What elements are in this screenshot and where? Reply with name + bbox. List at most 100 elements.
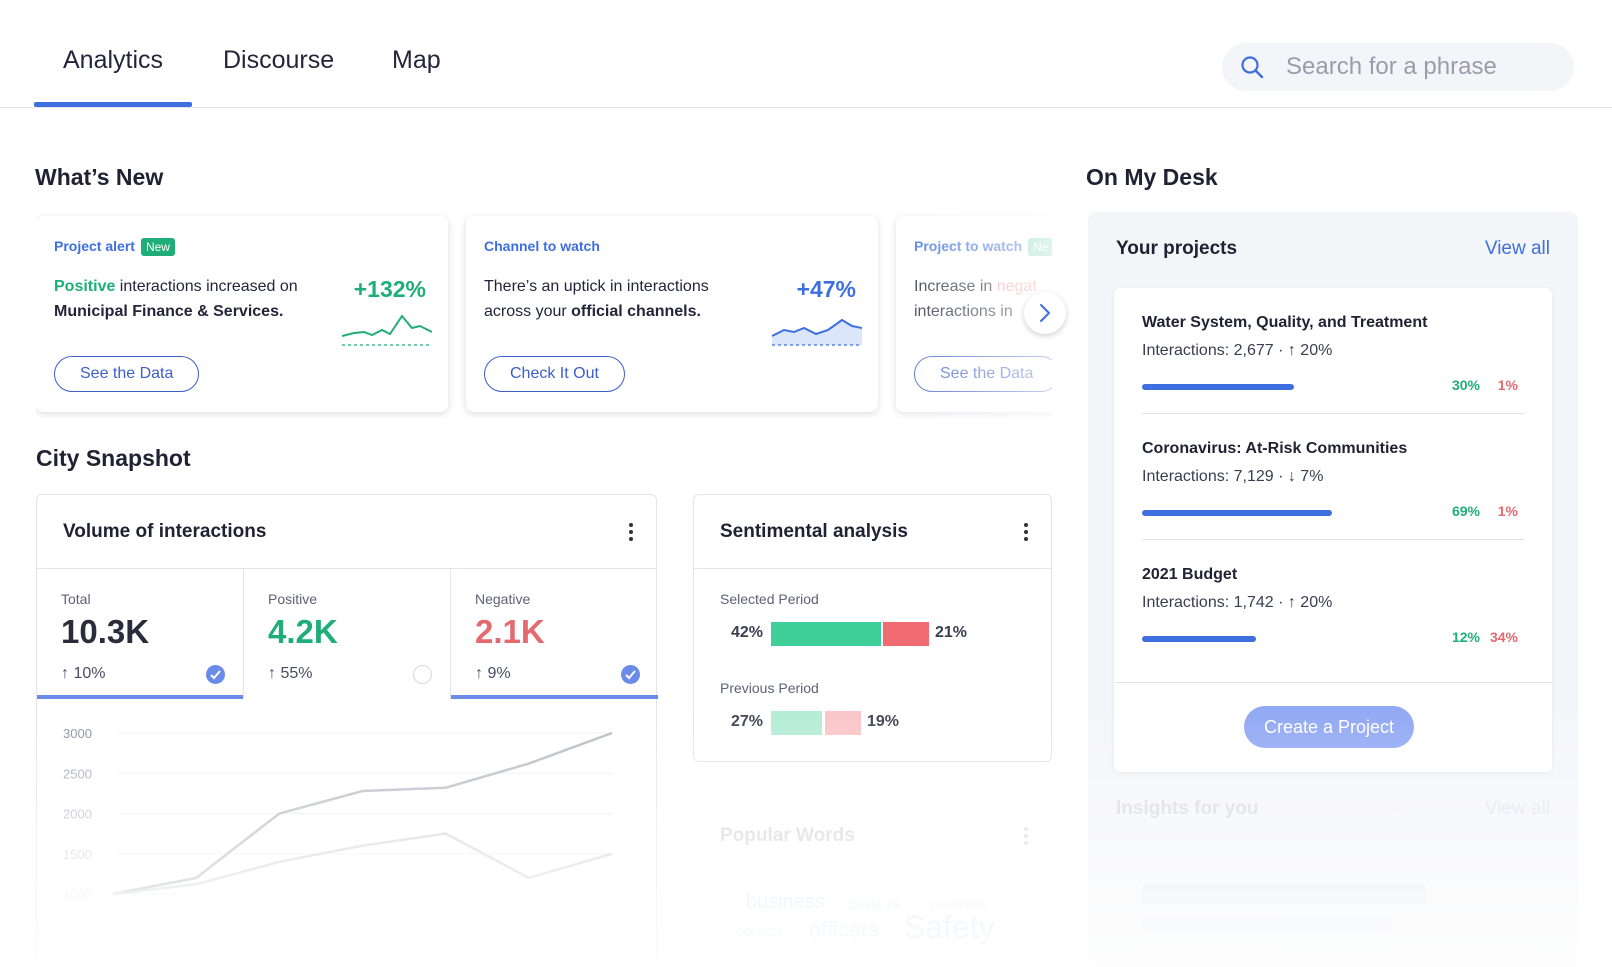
new-badge: New xyxy=(140,238,175,256)
metric-label: Total xyxy=(61,591,91,607)
word: officers xyxy=(809,917,880,942)
series-line-1 xyxy=(112,832,613,896)
see-the-data-button[interactable]: See the Data xyxy=(54,356,200,392)
your-projects-title: Your projects xyxy=(1116,238,1238,259)
project-interactions: Interactions: 2,677 · ↑ 20% xyxy=(1142,342,1333,359)
metric-selected-bar xyxy=(37,695,243,699)
view-all-projects-link[interactable]: View all xyxy=(1485,238,1550,260)
news-card-channel-to-watch: Channel to watch There’s an uptick in in… xyxy=(466,216,878,412)
word: business xyxy=(746,891,825,913)
selected-period-label: Selected Period xyxy=(720,591,819,607)
positive-bar xyxy=(771,711,822,735)
check-it-out-button[interactable]: Check It Out xyxy=(484,356,625,392)
chevron-right-icon xyxy=(1040,304,1050,322)
whats-new-title: What’s New xyxy=(35,164,164,190)
placeholder-bar xyxy=(1142,884,1426,904)
y-tick-label: 2000 xyxy=(63,807,92,822)
metric-delta: ↑ 10% xyxy=(61,665,106,682)
volume-panel: Volume of interactions Total 10.3K ↑ 10%… xyxy=(36,494,658,967)
project-interactions: Interactions: 1,742 · ↑ 20% xyxy=(1142,594,1333,611)
y-tick-label: 1000 xyxy=(63,887,92,902)
project-name: Water System, Quality, and Treatment xyxy=(1142,314,1428,331)
word: council xyxy=(736,923,783,940)
card-kind: Project to watch Ne xyxy=(914,238,1052,256)
y-tick-label: 1500 xyxy=(63,847,92,862)
project-interactions: Interactions: 7,129 · ↓ 7% xyxy=(1142,468,1324,485)
previous-period-label: Previous Period xyxy=(720,680,819,696)
carousel-next-button[interactable] xyxy=(1024,292,1066,334)
project-positive-percent: 30% xyxy=(1451,377,1480,393)
card-kind: Project alert New xyxy=(54,238,175,256)
positive-percent: 42% xyxy=(731,624,764,641)
project-negative-percent: 34% xyxy=(1489,629,1518,645)
metric-value: 2.1K xyxy=(475,613,545,650)
positive-percent: 27% xyxy=(731,713,764,730)
card-kind: Channel to watch xyxy=(484,238,600,254)
sentiment-panel: Sentimental analysis Selected Period 42%… xyxy=(693,494,1052,762)
more-options-icon[interactable] xyxy=(1023,523,1029,543)
popular-words-panel: Popular Words business Covid 19 pandemic… xyxy=(693,798,1052,967)
y-tick-label: 3000 xyxy=(63,726,92,741)
more-options-icon[interactable] xyxy=(1023,827,1029,847)
card-percent: +47% xyxy=(796,276,856,302)
check-icon[interactable] xyxy=(206,665,225,684)
negative-bar xyxy=(825,711,861,735)
panel-header: Sentimental analysis xyxy=(694,495,1051,569)
metric-positive[interactable]: Positive 4.2K ↑ 55% xyxy=(244,569,451,699)
project-item[interactable]: Coronavirus: At-Risk Communities Interac… xyxy=(1142,414,1524,540)
tab-discourse[interactable]: Discourse xyxy=(223,46,334,75)
negative-percent: 21% xyxy=(935,624,968,641)
positive-bar xyxy=(771,622,881,646)
metric-total[interactable]: Total 10.3K ↑ 10% xyxy=(37,569,244,699)
project-negative-percent: 1% xyxy=(1497,377,1518,393)
project-item[interactable]: Water System, Quality, and Treatment Int… xyxy=(1142,288,1524,414)
search-icon xyxy=(1241,56,1264,79)
see-the-data-button[interactable]: See the Data xyxy=(914,356,1052,392)
panel-title: Volume of interactions xyxy=(63,521,267,542)
project-item[interactable]: 2021 Budget Interactions: 1,742 · ↑ 20% … xyxy=(1142,540,1524,666)
tab-analytics[interactable]: Analytics xyxy=(33,46,193,107)
project-positive-percent: 12% xyxy=(1451,629,1480,645)
metric-label: Negative xyxy=(475,591,531,607)
desk-panel: Your projects View all Water System, Qua… xyxy=(1088,212,1578,967)
metric-negative[interactable]: Negative 2.1K ↑ 9% xyxy=(451,569,658,699)
news-card-project-alert: Project alert New Positive interactions i… xyxy=(36,216,448,412)
more-options-icon[interactable] xyxy=(628,523,634,543)
view-all-insights-link[interactable]: View all xyxy=(1485,798,1550,820)
panel-header: Volume of interactions xyxy=(37,495,656,569)
metric-value: 4.2K xyxy=(268,613,338,650)
metric-delta: ↑ 9% xyxy=(475,665,511,682)
sparkline-icon xyxy=(772,318,862,346)
search-box[interactable] xyxy=(1222,43,1574,91)
check-icon[interactable] xyxy=(621,665,640,684)
placeholder-bar xyxy=(1142,918,1392,932)
volume-line-chart: 3000 2500 2000 1500 1000 xyxy=(63,726,613,902)
metric-delta: ↑ 55% xyxy=(268,665,313,682)
project-progress-bar xyxy=(1142,636,1256,642)
whats-new-carousel: Project alert New Positive interactions i… xyxy=(36,212,1052,418)
search-input[interactable] xyxy=(1286,49,1556,85)
top-navigation: Analytics Discourse Map xyxy=(0,0,1612,108)
y-tick-label: 2500 xyxy=(63,766,92,781)
project-positive-percent: 69% xyxy=(1451,503,1480,519)
metric-label: Positive xyxy=(268,591,318,607)
word: Covid 19 xyxy=(848,897,900,912)
negative-percent: 19% xyxy=(867,713,900,730)
project-name: Coronavirus: At-Risk Communities xyxy=(1142,440,1408,457)
unchecked-circle-icon[interactable] xyxy=(413,665,432,684)
tab-map[interactable]: Map xyxy=(392,46,441,75)
panel-header: Popular Words xyxy=(694,799,1051,873)
projects-card: Water System, Quality, and Treatment Int… xyxy=(1114,288,1552,772)
card-text: There’s an uptick in interactions across… xyxy=(484,278,709,320)
metric-value: 10.3K xyxy=(61,613,150,650)
insights-title: Insights for you xyxy=(1116,798,1259,819)
divider xyxy=(1114,682,1552,683)
new-badge: Ne xyxy=(1028,238,1052,256)
create-project-button[interactable]: Create a Project xyxy=(1244,706,1415,748)
sparkline-icon xyxy=(342,314,432,346)
project-progress-bar xyxy=(1142,510,1332,516)
panel-title: Sentimental analysis xyxy=(720,521,908,542)
metric-selected-bar xyxy=(451,695,658,699)
project-name: 2021 Budget xyxy=(1142,566,1238,583)
panel-title: Popular Words xyxy=(720,825,855,846)
